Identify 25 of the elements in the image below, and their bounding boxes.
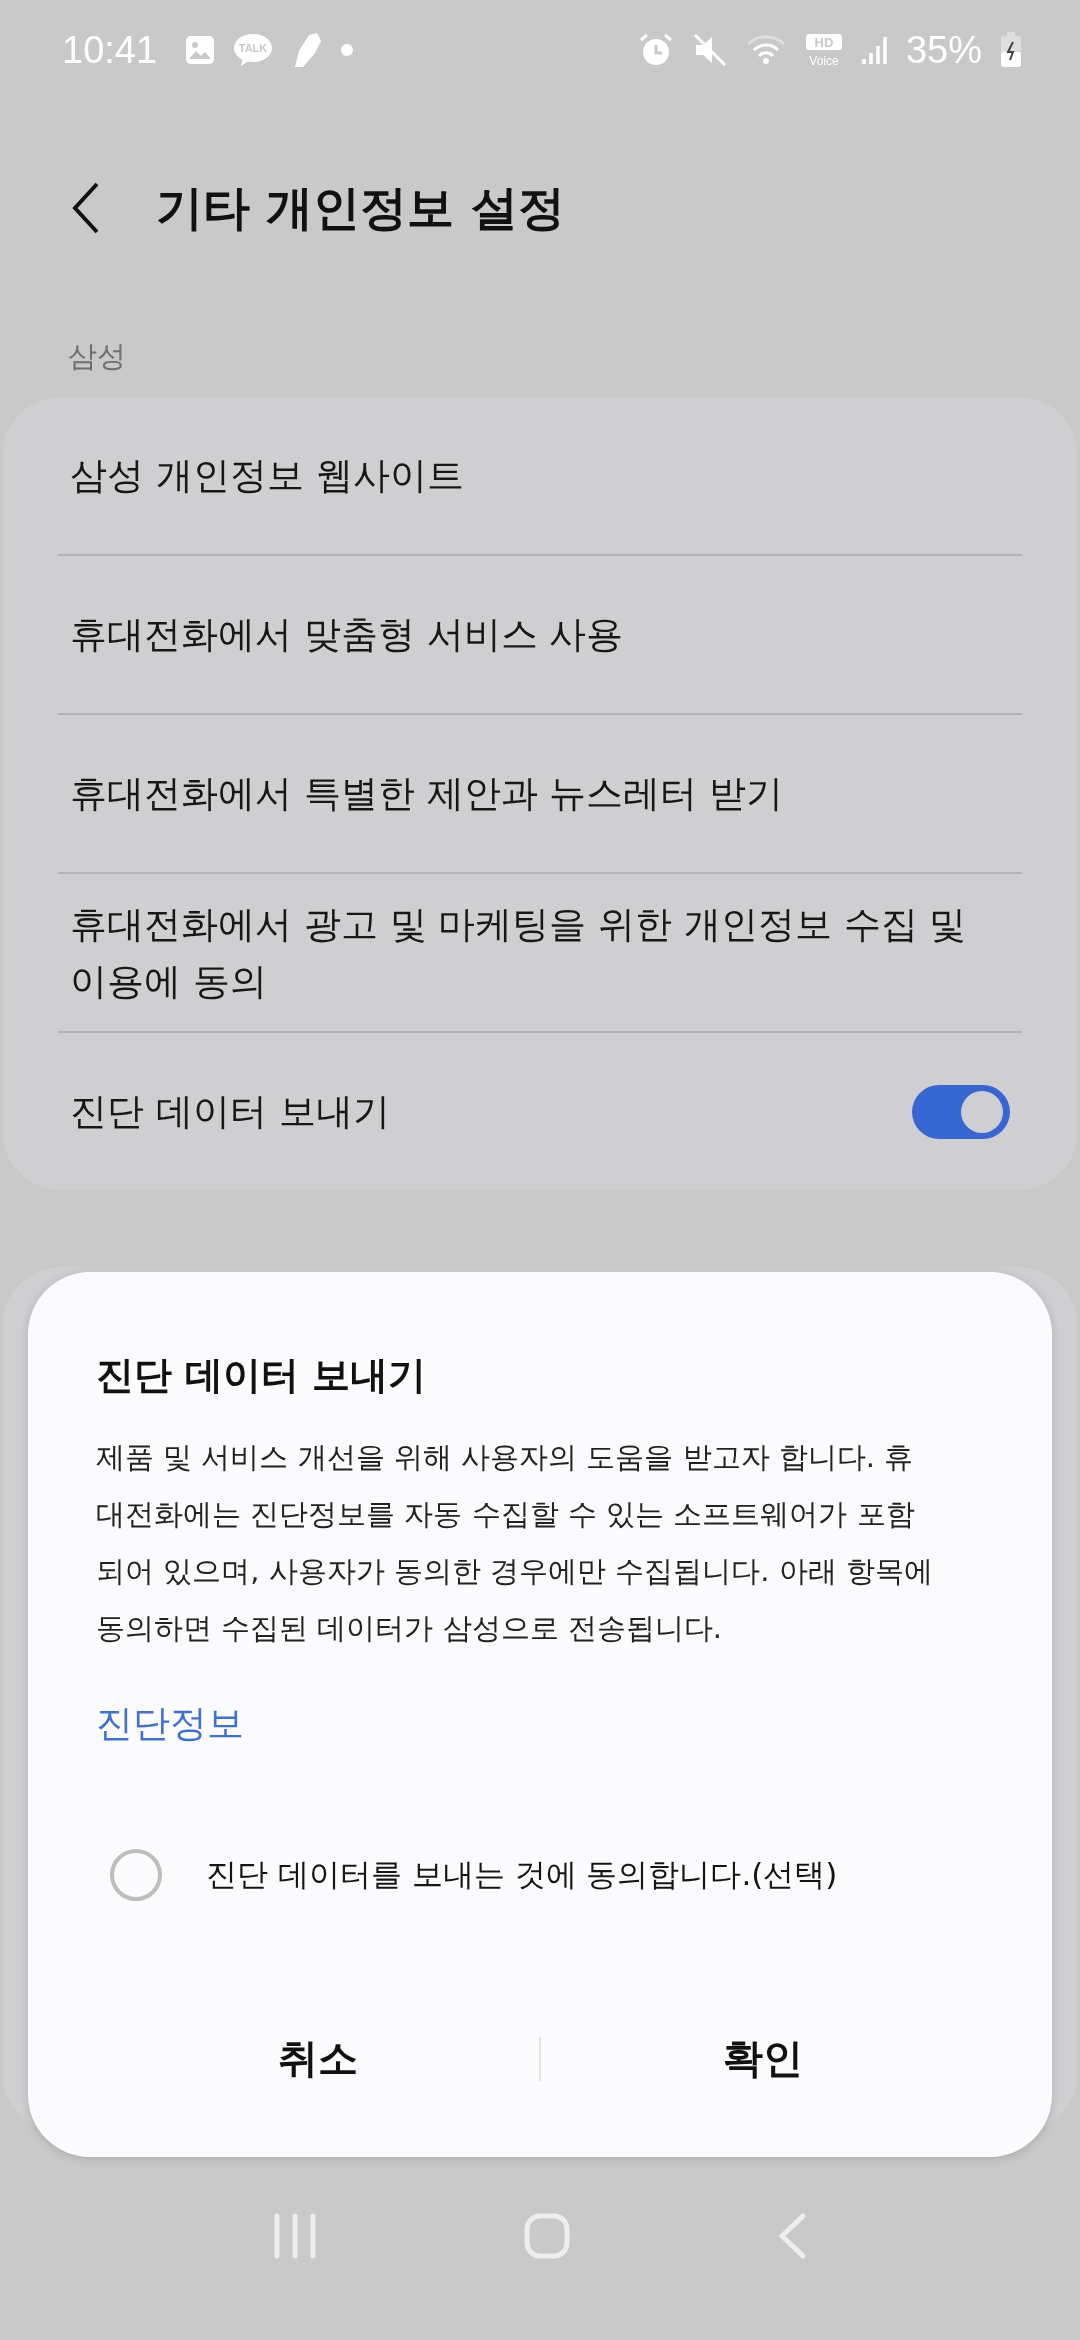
back-icon[interactable]	[776, 2213, 807, 2259]
dot-icon	[341, 44, 354, 56]
battery-icon	[1000, 32, 1022, 68]
settings-item[interactable]: 휴대전화에서 광고 및 마케팅을 위한 개인정보 수집 및 이용에 동의	[58, 874, 1022, 1033]
home-icon[interactable]	[524, 2213, 570, 2259]
diagnostic-link[interactable]: 진단정보	[96, 1699, 244, 1749]
settings-item[interactable]: 삼성 개인정보 웹사이트	[58, 397, 1022, 556]
gallery-icon	[185, 35, 216, 65]
consent-option[interactable]: 진단 데이터를 보내는 것에 동의합니다.(선택)	[96, 1849, 838, 1901]
alarm-icon	[637, 32, 674, 68]
confirm-button[interactable]: 확인	[541, 2011, 984, 2106]
cancel-button[interactable]: 취소	[96, 2011, 539, 2106]
settings-item[interactable]: 휴대전화에서 특별한 제안과 뉴스레터 받기	[58, 715, 1022, 874]
settings-item[interactable]: 진단 데이터 보내기	[58, 1033, 1022, 1190]
recent-apps-icon[interactable]	[273, 2213, 318, 2259]
signal-icon	[861, 34, 888, 66]
settings-item[interactable]: 휴대전화에서 맞춤형 서비스 사용	[58, 556, 1022, 715]
consent-text: 진단 데이터를 보내는 것에 동의합니다.(선택)	[206, 1855, 838, 1894]
toggle-switch[interactable]	[912, 1084, 1010, 1139]
page-title: 기타 개인정보 설정	[156, 178, 565, 237]
dialog-message: 제품 및 서비스 개선을 위해 사용자의 도움을 받고자 합니다. 휴대전화에는 진단정보를 자동 수집할 수 있는 소프트웨어가 포함되어 있으며, 사용자가 동의한 경우에만 수집됩니다. 아래 항목에 동의하면 수집된 데이터가 삼성으로 전송됩니다.	[96, 1439, 934, 1647]
dialog-title: 진단 데이터 보내기	[96, 1352, 428, 1399]
mute-icon	[691, 32, 728, 68]
section-title: 삼성	[67, 337, 127, 375]
radio-button[interactable]	[110, 1849, 162, 1901]
